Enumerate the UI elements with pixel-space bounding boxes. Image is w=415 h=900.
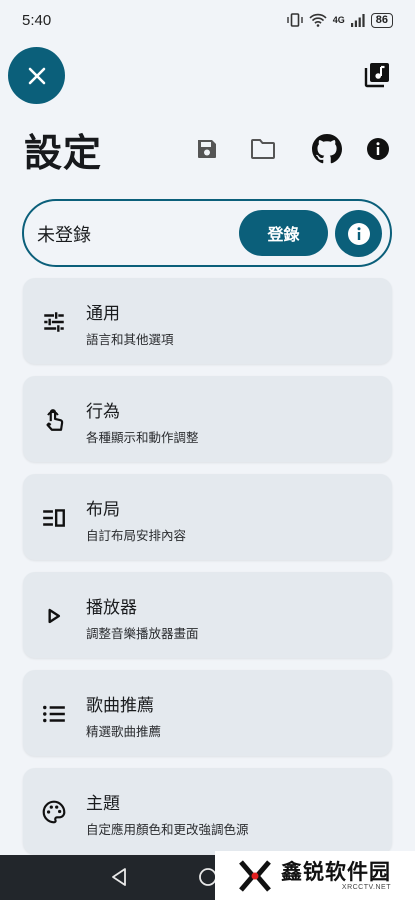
github-icon (312, 134, 342, 164)
watermark-text: 鑫锐软件园 (281, 860, 391, 884)
menu-item-theme[interactable]: 主題 自定應用顏色和更改強調色源 (23, 768, 392, 854)
palette-icon (42, 800, 66, 824)
watermark: 鑫锐软件园 XRCCTV.NET (215, 851, 415, 900)
status-icons: 4G 86 (287, 12, 393, 28)
status-bar: 5:40 4G 86 (0, 0, 415, 40)
list-icon (43, 705, 65, 723)
menu-item-title: 主題 (86, 794, 120, 814)
watermark-subtext: XRCCTV.NET (341, 884, 391, 891)
battery-indicator: 86 (370, 12, 393, 28)
play-icon (48, 608, 61, 624)
menu-item-title: 通用 (86, 304, 120, 324)
watermark-logo (239, 859, 271, 892)
vibrate-icon (287, 13, 303, 27)
github-button[interactable] (311, 133, 343, 165)
music-library-button[interactable] (364, 62, 390, 88)
menu-item-player[interactable]: 播放器 調整音樂播放器畫面 (23, 572, 392, 658)
menu-item-description: 各種顯示和動作調整 (86, 430, 199, 445)
save-icon (198, 140, 216, 158)
network-type-label: 4G (332, 15, 345, 25)
folder-icon (251, 139, 275, 159)
login-button[interactable]: 登錄 (239, 210, 328, 256)
menu-item-general[interactable]: 通用 語言和其他選項 (23, 278, 392, 364)
menu-item-title: 歌曲推薦 (86, 696, 154, 716)
menu-item-description: 精選歌曲推薦 (86, 724, 162, 739)
status-time: 5:40 (22, 11, 52, 29)
touch-gesture-icon (46, 409, 64, 431)
login-info-button[interactable] (335, 210, 382, 257)
settings-menu: 通用 語言和其他選項 行為 各種顯示和動作調整 布局 自訂布局安排內容 播放器 … (23, 278, 392, 866)
close-icon (28, 67, 45, 84)
menu-item-description: 自定應用顏色和更改強調色源 (86, 822, 249, 837)
menu-item-title: 播放器 (86, 598, 137, 618)
tune-icon (44, 312, 64, 332)
account-card: 未登錄 登錄 (22, 199, 392, 267)
wifi-icon (309, 13, 327, 27)
login-status-text: 未登錄 (37, 225, 91, 246)
close-button[interactable] (8, 47, 65, 104)
music-library-icon (364, 63, 389, 88)
menu-item-layout[interactable]: 布局 自訂布局安排內容 (23, 474, 392, 560)
info-icon (367, 138, 389, 160)
about-button[interactable] (365, 136, 391, 162)
signal-icon (350, 13, 365, 27)
restore-button[interactable] (249, 136, 277, 162)
menu-item-recommendations[interactable]: 歌曲推薦 精選歌曲推薦 (23, 670, 392, 756)
layout-icon (43, 509, 65, 527)
menu-item-title: 行為 (86, 402, 120, 422)
backup-button[interactable] (194, 136, 220, 162)
menu-item-description: 自訂布局安排內容 (86, 528, 187, 543)
back-icon[interactable] (110, 867, 128, 887)
menu-item-title: 布局 (86, 500, 120, 520)
menu-item-description: 語言和其他選項 (86, 332, 174, 347)
menu-item-behavior[interactable]: 行為 各種顯示和動作調整 (23, 376, 392, 462)
info-icon (347, 222, 370, 245)
page-title: 設定 (24, 131, 103, 175)
menu-item-description: 調整音樂播放器畫面 (86, 626, 199, 641)
